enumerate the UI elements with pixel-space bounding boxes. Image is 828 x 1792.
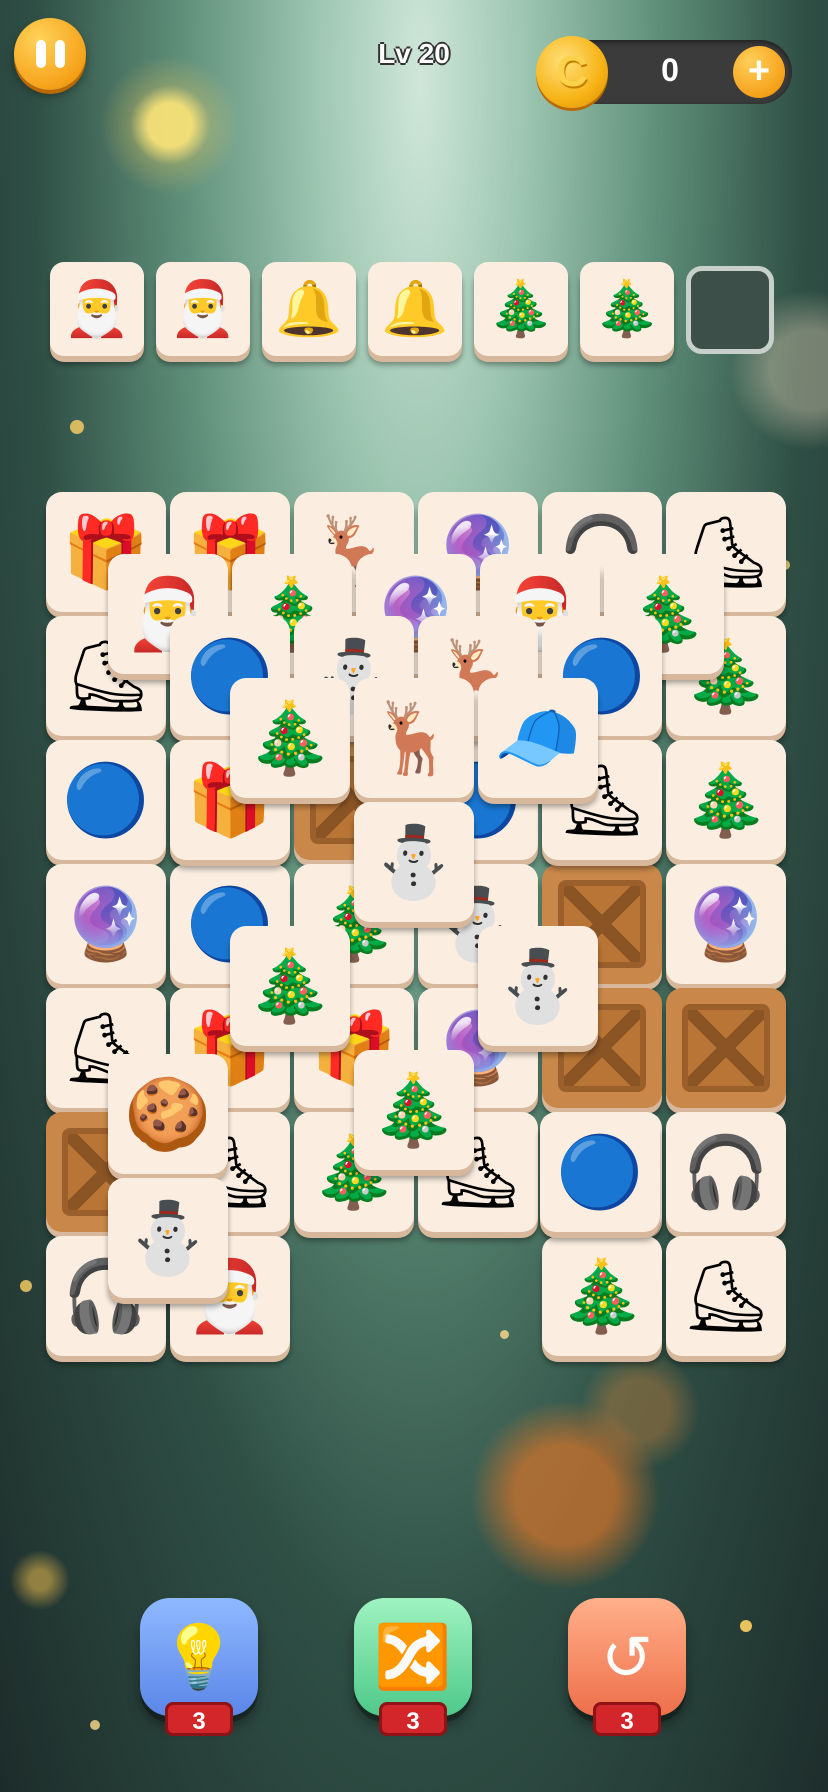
coin-symbol: C (556, 47, 588, 96)
snowglobe-tile: 🔮 (666, 864, 786, 984)
reindeer-icon: 🦌 (370, 697, 458, 779)
hint-count-badge: 3 (165, 1702, 233, 1736)
wreath-tile: 🎄 (474, 262, 568, 356)
boot-tile: 🎅 (156, 262, 250, 356)
snowman-icon: ⛄ (370, 821, 458, 903)
bell-tile: 🔔 (262, 262, 356, 356)
hat-tile[interactable]: 🧢 (478, 678, 598, 798)
crate-icon (682, 1004, 770, 1092)
boot-tile: 🎅 (50, 262, 144, 356)
boot-icon: 🎅 (63, 277, 131, 340)
earmuff-icon: 🎧 (682, 1131, 770, 1213)
gingerbread-icon: 🍪 (124, 1073, 212, 1155)
wreath-icon: 🎄 (246, 945, 334, 1027)
pause-button[interactable] (14, 18, 86, 90)
ornament-tile[interactable]: 🔵 (540, 1112, 660, 1232)
shuffle-count-badge: 3 (379, 1702, 447, 1736)
wreath-icon: 🎄 (246, 697, 334, 779)
bell-icon: 🔔 (381, 277, 449, 340)
bell-tile: 🔔 (368, 262, 462, 356)
wreath-icon: 🎄 (593, 277, 661, 340)
wreath-tile: 🎄 (666, 740, 786, 860)
pause-icon-bar (54, 40, 65, 68)
bokeh-light (20, 1280, 32, 1292)
hint-button[interactable]: 💡 (140, 1598, 258, 1716)
coin-count: 0 (661, 52, 679, 88)
bell-icon: 🔔 (275, 277, 343, 340)
tree-tile: 🎄 (542, 1236, 662, 1356)
bokeh-light (70, 420, 84, 434)
pause-icon-bar (35, 40, 46, 68)
wreath-tile[interactable]: 🎄 (230, 926, 350, 1046)
shuffle-icon: 🔀 (374, 1620, 452, 1693)
ornament-icon: 🔵 (556, 1131, 644, 1213)
ornament-icon: 🔵 (62, 759, 150, 841)
snowman-tile[interactable]: ⛄ (478, 926, 598, 1046)
snowman-tile[interactable]: ⛄ (354, 802, 474, 922)
hint-icon: 💡 (160, 1620, 238, 1693)
snowglobe-tile: 🔮 (46, 864, 166, 984)
snowglobe-icon: 🔮 (682, 883, 770, 965)
hat-icon: 🧢 (494, 697, 582, 779)
wreath-icon: 🎄 (370, 1069, 458, 1151)
snowman-icon: ⛄ (124, 1197, 212, 1279)
snowglobe-icon: 🔮 (62, 883, 150, 965)
skate-tile: ⛸ (666, 1236, 786, 1356)
ornament-tile: 🔵 (46, 740, 166, 860)
earmuff-tile: 🎧 (666, 1112, 786, 1232)
undo-icon: ↺ (601, 1620, 653, 1694)
tree-icon: 🎄 (558, 1255, 646, 1337)
wreath-tile[interactable]: 🎄 (354, 1050, 474, 1170)
coin-icon: C (536, 36, 608, 108)
gingerbread-tile: 🍪 (108, 1054, 228, 1174)
crate-tile (666, 988, 786, 1108)
wreath-tile[interactable]: 🎄 (230, 678, 350, 798)
wreath-tile: 🎄 (580, 262, 674, 356)
reindeer-tile[interactable]: 🦌 (354, 678, 474, 798)
wreath-icon: 🎄 (487, 277, 555, 340)
skate-icon: ⛸ (681, 1255, 771, 1337)
bokeh-light (90, 1720, 100, 1730)
level-label: Lv 20 (378, 38, 450, 69)
bokeh-light (740, 1620, 752, 1632)
undo-count-badge: 3 (593, 1702, 661, 1736)
empty-tray-slot (686, 266, 774, 354)
bokeh-light (500, 1330, 509, 1339)
boot-icon: 🎅 (169, 277, 237, 340)
undo-button[interactable]: ↺ (568, 1598, 686, 1716)
wreath-icon: 🎄 (682, 759, 770, 841)
add-coins-button[interactable]: + (733, 46, 785, 98)
snowman-icon: ⛄ (494, 945, 582, 1027)
shuffle-button[interactable]: 🔀 (354, 1598, 472, 1716)
snowman-tile: ⛄ (108, 1178, 228, 1298)
